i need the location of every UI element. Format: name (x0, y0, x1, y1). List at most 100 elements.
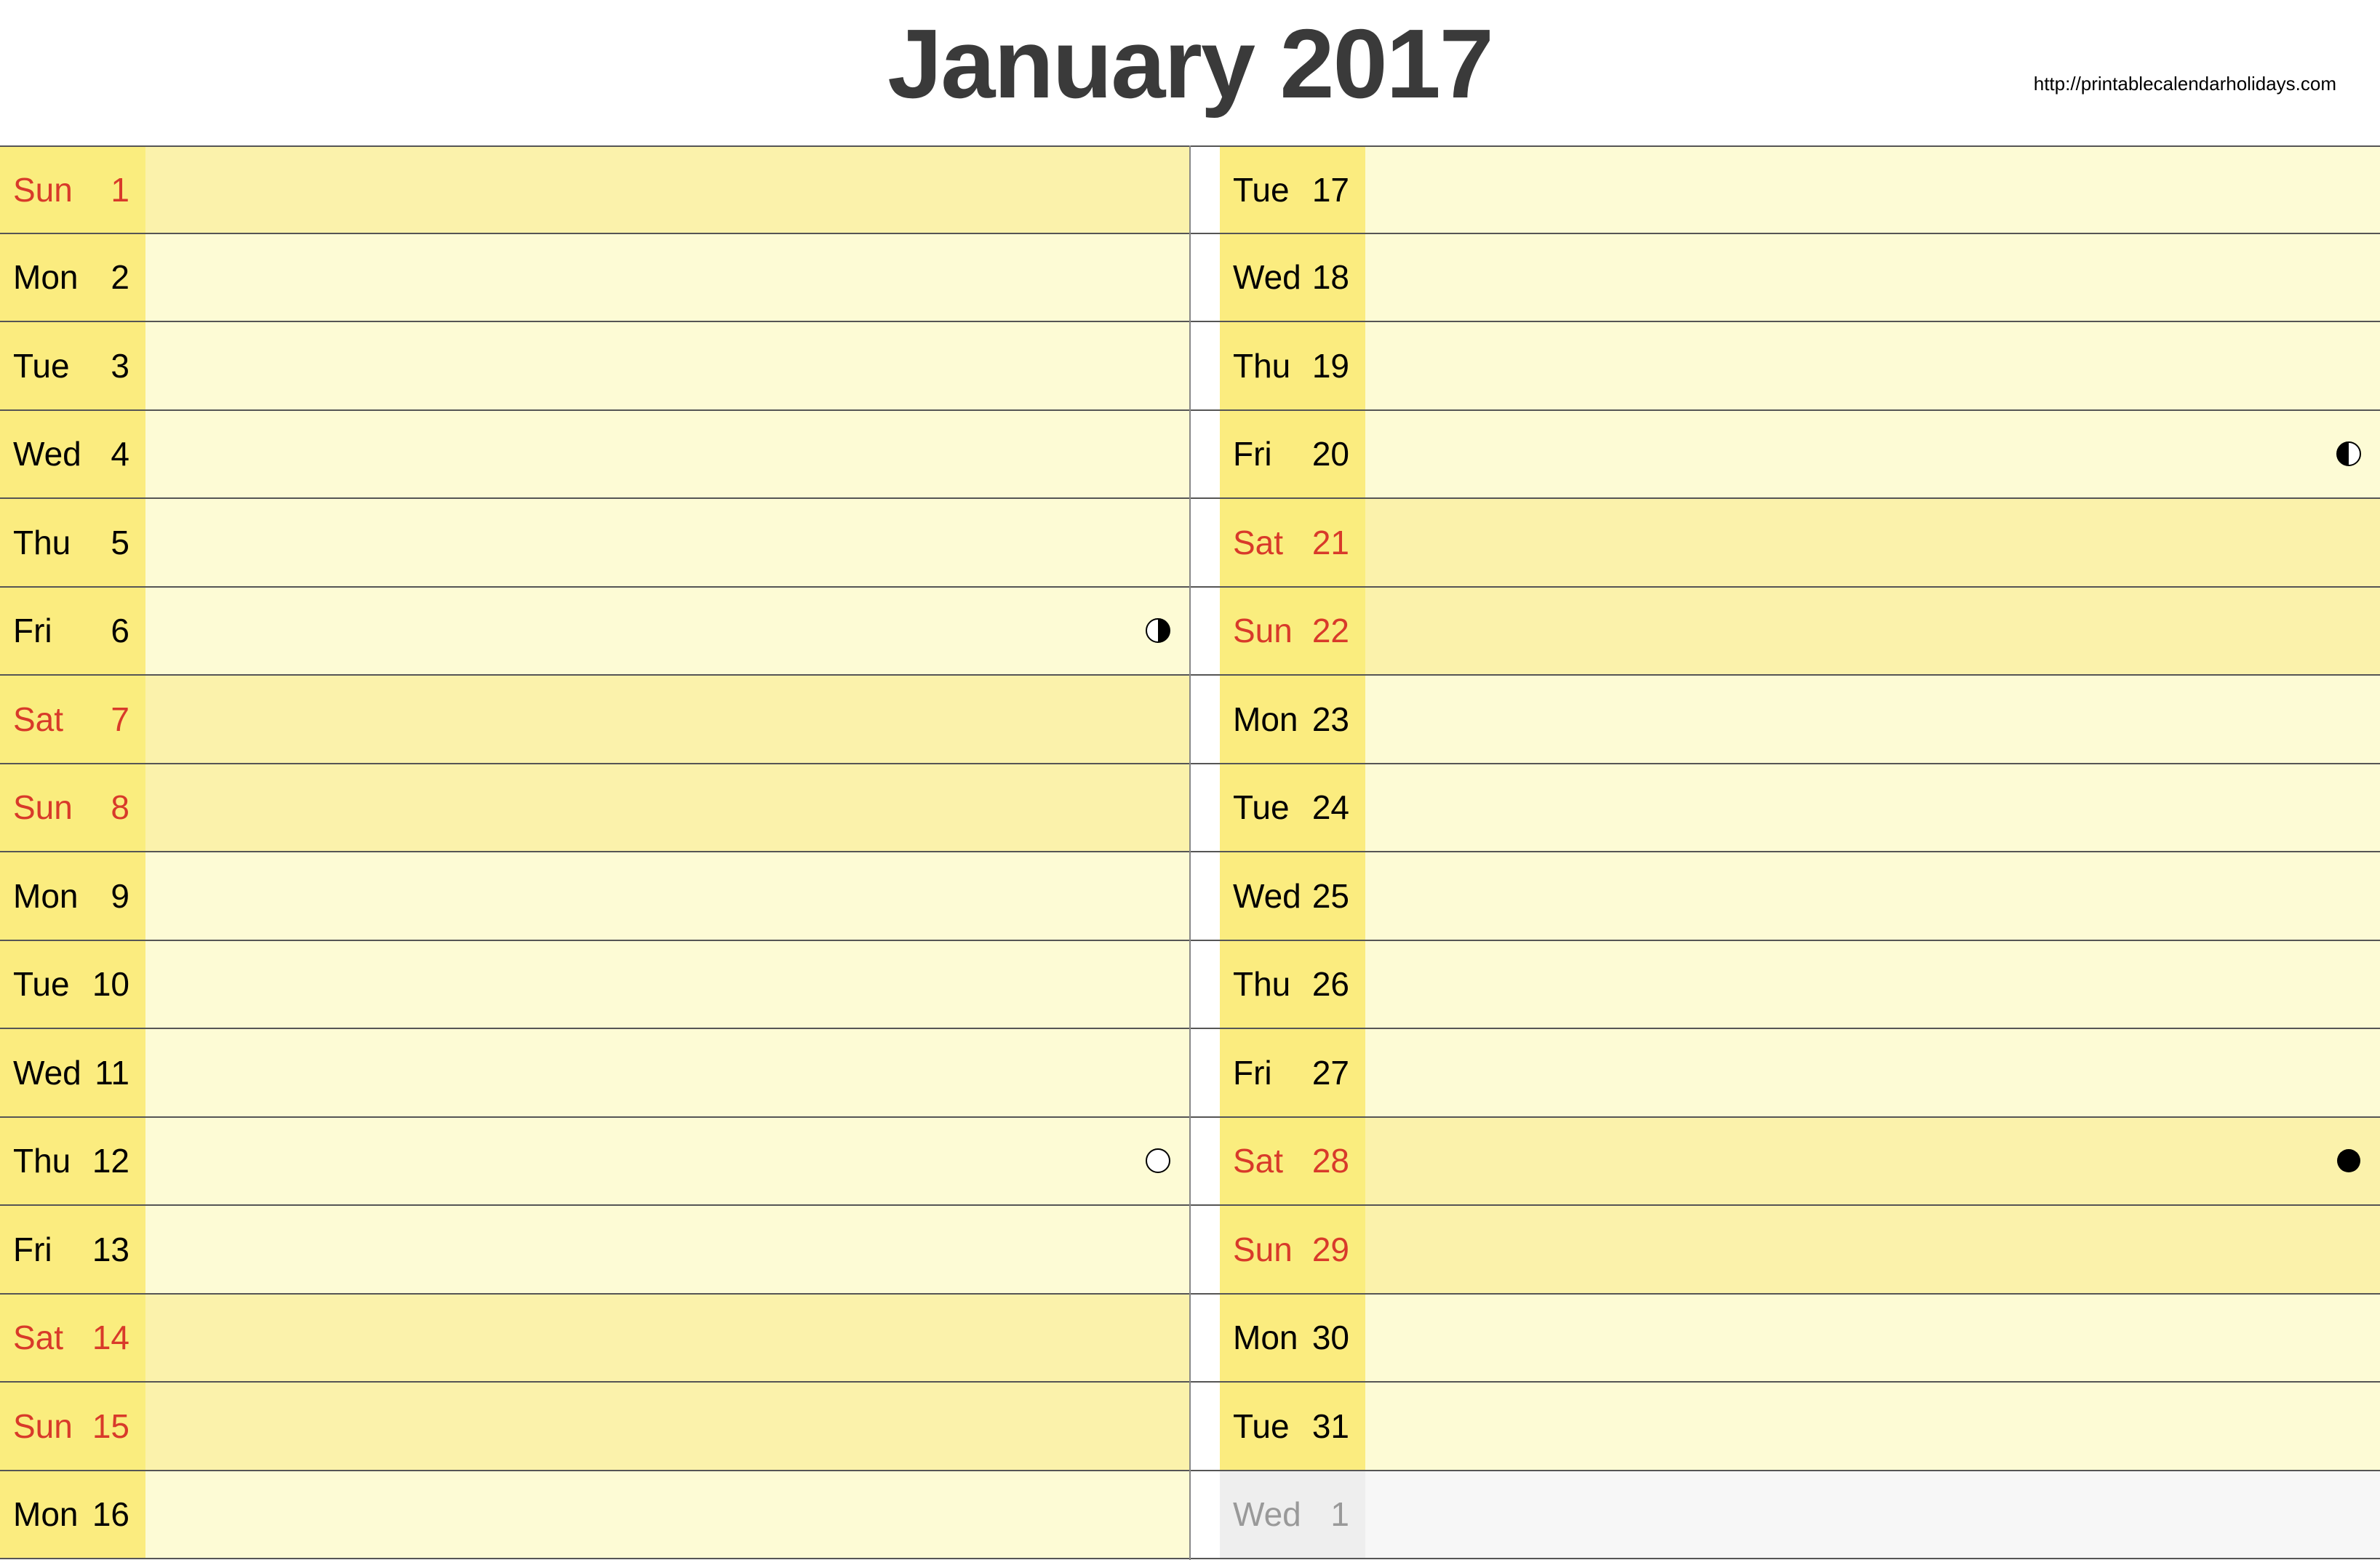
day-label: Mon9 (0, 852, 145, 940)
day-of-week: Sun (1233, 1230, 1306, 1269)
day-number: 9 (86, 876, 129, 916)
day-row: Wed11 (0, 1029, 1189, 1118)
day-row: Sat21 (1191, 499, 2380, 588)
day-row: Fri6 (0, 588, 1189, 676)
day-of-week: Tue (13, 346, 86, 385)
day-note-area (1365, 1029, 2380, 1116)
day-of-week: Sun (13, 170, 86, 209)
day-note-area (1365, 499, 2380, 586)
day-of-week: Sat (13, 1318, 86, 1357)
day-of-week: Fri (13, 1230, 86, 1269)
day-row: Thu26 (1191, 941, 2380, 1030)
day-number: 23 (1306, 700, 1349, 739)
day-row: Sun15 (0, 1383, 1189, 1471)
day-label: Sat14 (0, 1295, 145, 1382)
day-note-area (145, 411, 1189, 498)
day-row: Tue10 (0, 941, 1189, 1030)
day-of-week: Fri (13, 611, 86, 650)
day-label: Thu5 (0, 499, 145, 586)
day-of-week: Sat (1233, 1141, 1306, 1180)
day-of-week: Mon (13, 1495, 86, 1534)
day-number: 4 (86, 434, 129, 473)
day-row: Fri13 (0, 1206, 1189, 1295)
day-of-week: Tue (1233, 1407, 1306, 1446)
day-number: 19 (1306, 346, 1349, 385)
day-number: 30 (1306, 1318, 1349, 1357)
day-note-area (145, 1029, 1189, 1116)
day-number: 20 (1306, 434, 1349, 473)
day-number: 7 (86, 700, 129, 739)
day-label: Sat7 (0, 676, 145, 763)
day-number: 21 (1306, 523, 1349, 562)
day-of-week: Fri (1233, 434, 1306, 473)
day-note-area (1365, 588, 2380, 675)
day-number: 31 (1306, 1407, 1349, 1446)
day-number: 3 (86, 346, 129, 385)
day-number: 24 (1306, 788, 1349, 827)
day-of-week: Wed (1233, 1495, 1306, 1534)
moon-phase-full-icon (1145, 1148, 1171, 1174)
day-of-week: Mon (13, 876, 86, 916)
day-row: Fri27 (1191, 1029, 2380, 1118)
day-note-area (145, 234, 1189, 321)
day-label: Fri13 (0, 1206, 145, 1293)
day-row: Mon16 (0, 1471, 1189, 1560)
day-row: Sun8 (0, 764, 1189, 853)
day-label: Fri6 (0, 588, 145, 675)
day-label: Wed18 (1220, 234, 1365, 321)
moon-phase-new-icon (2336, 1148, 2362, 1174)
day-of-week: Mon (1233, 700, 1306, 739)
day-label: Wed4 (0, 411, 145, 498)
day-row: Sat14 (0, 1295, 1189, 1383)
day-label: Fri27 (1220, 1029, 1365, 1116)
day-number: 6 (86, 611, 129, 650)
day-row: Tue31 (1191, 1383, 2380, 1471)
day-of-week: Mon (13, 257, 86, 297)
day-of-week: Wed (1233, 876, 1306, 916)
day-number: 17 (1306, 170, 1349, 209)
day-number: 22 (1306, 611, 1349, 650)
day-note-area (1365, 1118, 2380, 1205)
day-of-week: Tue (13, 964, 86, 1004)
day-label: Tue24 (1220, 764, 1365, 852)
day-note-area (145, 588, 1189, 675)
day-row: Wed18 (1191, 234, 2380, 323)
day-number: 18 (1306, 257, 1349, 297)
calendar-columns: Sun1Mon2Tue3Wed4Thu5Fri6Sat7Sun8Mon9Tue1… (0, 145, 2380, 1560)
day-row: Tue3 (0, 322, 1189, 411)
day-row: Tue17 (1191, 145, 2380, 234)
day-row: Mon30 (1191, 1295, 2380, 1383)
day-number: 29 (1306, 1230, 1349, 1269)
day-label: Mon23 (1220, 676, 1365, 763)
day-label: Sun15 (0, 1383, 145, 1470)
source-url: http://printablecalendarholidays.com (2034, 73, 2336, 95)
moon-phase-first-quarter-icon (1145, 617, 1171, 644)
calendar-header: January 2017 http://printablecalendarhol… (0, 0, 2380, 145)
day-row: Wed4 (0, 411, 1189, 500)
day-note-area (1365, 147, 2380, 233)
day-note-area (145, 147, 1189, 233)
day-number: 28 (1306, 1141, 1349, 1180)
calendar-column-left: Sun1Mon2Tue3Wed4Thu5Fri6Sat7Sun8Mon9Tue1… (0, 145, 1189, 1560)
day-number: 26 (1306, 964, 1349, 1004)
day-label: Mon2 (0, 234, 145, 321)
day-row: Sun29 (1191, 1206, 2380, 1295)
day-label: Wed1 (1220, 1471, 1365, 1559)
day-note-area (1365, 1206, 2380, 1293)
day-label: Sun8 (0, 764, 145, 852)
day-number: 5 (86, 523, 129, 562)
day-row: Mon9 (0, 852, 1189, 941)
day-number: 25 (1306, 876, 1349, 916)
day-label: Fri20 (1220, 411, 1365, 498)
day-note-area (1365, 234, 2380, 321)
day-note-area (145, 1471, 1189, 1559)
day-of-week: Sat (13, 700, 86, 739)
day-label: Mon16 (0, 1471, 145, 1559)
day-row: Mon23 (1191, 676, 2380, 764)
day-label: Sun1 (0, 147, 145, 233)
day-of-week: Tue (1233, 788, 1306, 827)
day-note-area (145, 1118, 1189, 1205)
day-number: 2 (86, 257, 129, 297)
day-label: Thu19 (1220, 322, 1365, 409)
day-note-area (145, 1206, 1189, 1293)
